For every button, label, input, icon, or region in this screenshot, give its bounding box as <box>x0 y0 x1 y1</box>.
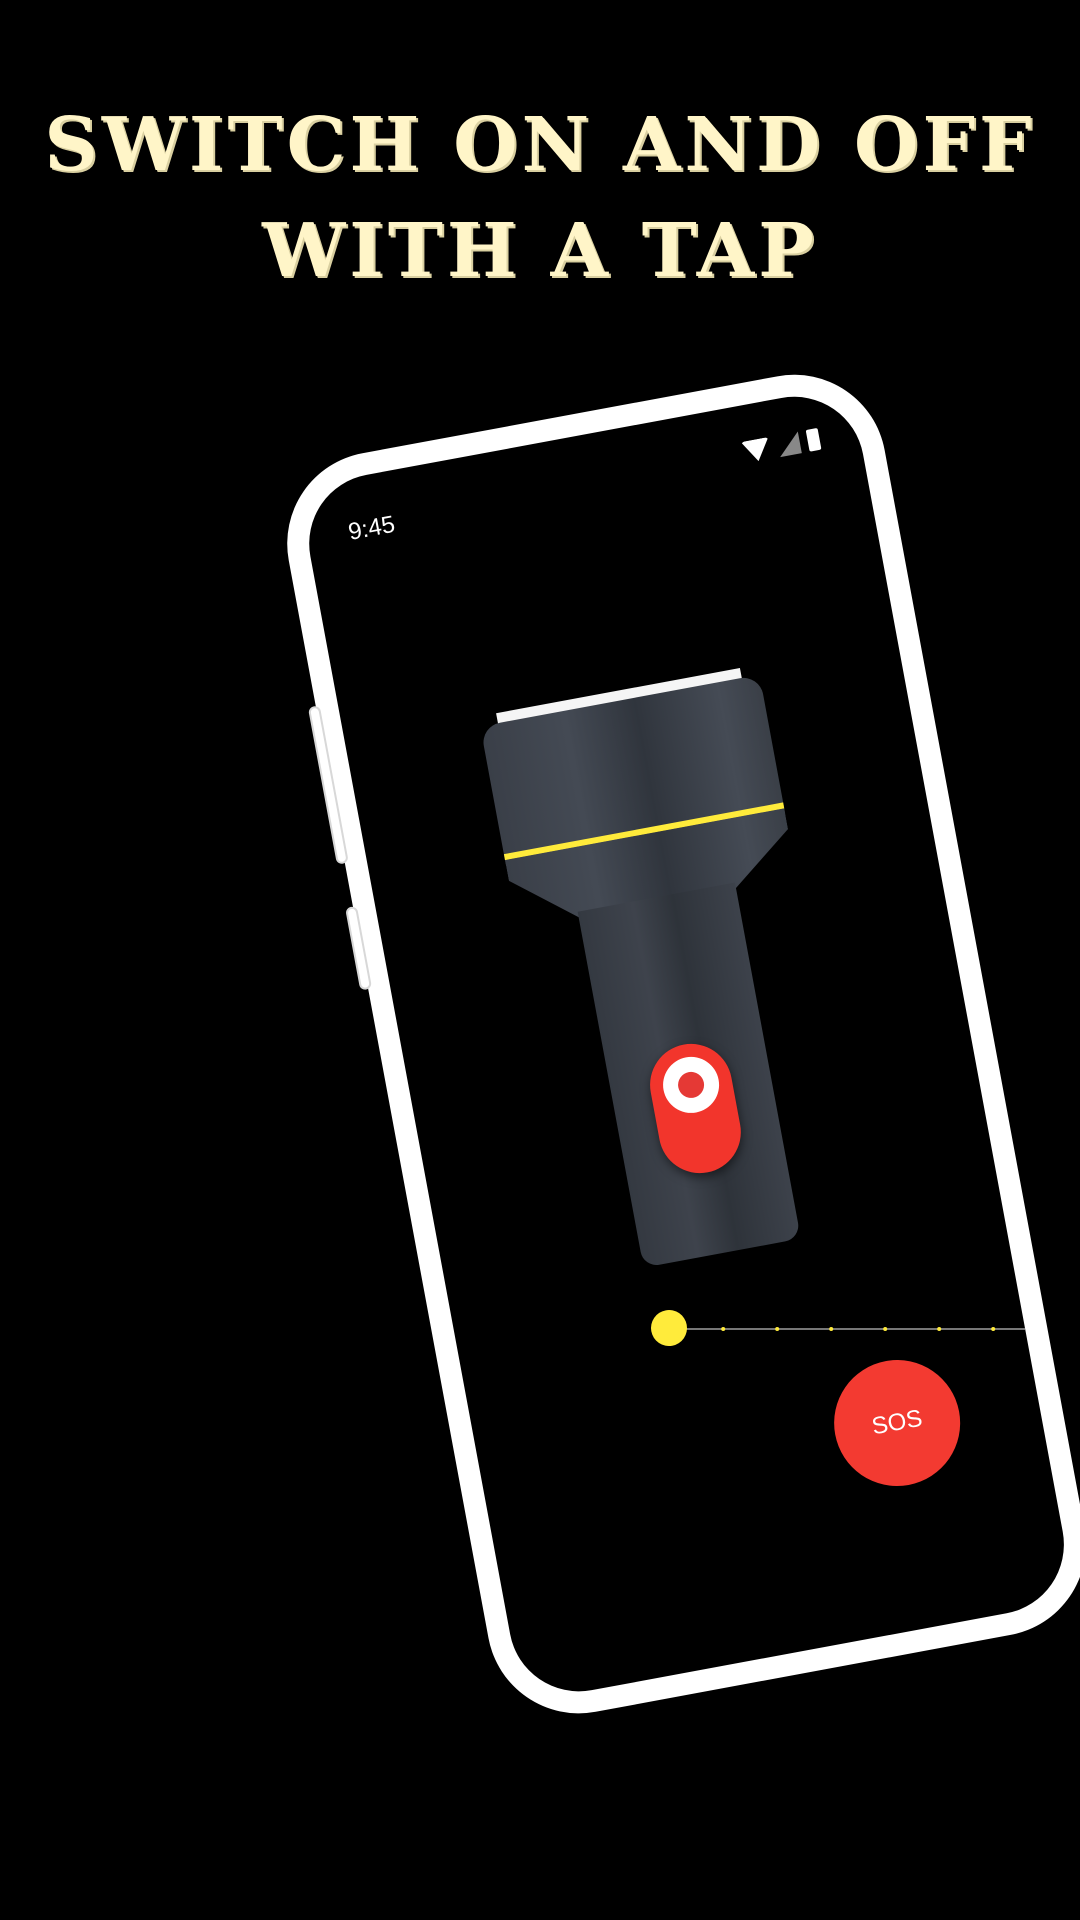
slider-tick <box>775 1327 780 1332</box>
headline-line-2: WITH A TAP <box>262 208 818 294</box>
switch-knob <box>658 1052 724 1118</box>
slider-tick <box>937 1327 942 1332</box>
status-time: 9:45 <box>346 510 398 546</box>
battery-icon <box>805 427 822 452</box>
headline-line-1: SWITCH ON AND OFF <box>44 102 1036 188</box>
phone-mockup: 9:45 SOS <box>272 359 1080 1729</box>
headline: SWITCH ON AND OFF WITH A TAP <box>0 92 1080 304</box>
promo-screen: SWITCH ON AND OFF WITH A TAP 9:45 SOS <box>0 0 1080 1920</box>
slider-tick <box>721 1327 726 1332</box>
switch-dot <box>675 1069 707 1101</box>
slider-tick <box>883 1327 888 1332</box>
slider-tick <box>1045 1327 1050 1332</box>
wifi-icon <box>740 437 773 464</box>
slider-tick <box>829 1327 834 1332</box>
flashlight <box>478 665 861 1279</box>
slider-tick <box>991 1327 996 1332</box>
sos-button[interactable]: SOS <box>823 1349 971 1497</box>
status-icons <box>740 427 822 464</box>
phone-screen: 9:45 SOS <box>297 385 1076 1703</box>
slider-track[interactable] <box>669 1327 1076 1332</box>
strobe-slider[interactable] <box>648 1260 1076 1349</box>
slider-thumb[interactable] <box>648 1307 690 1349</box>
signal-icon <box>776 431 802 458</box>
power-button <box>345 905 373 991</box>
